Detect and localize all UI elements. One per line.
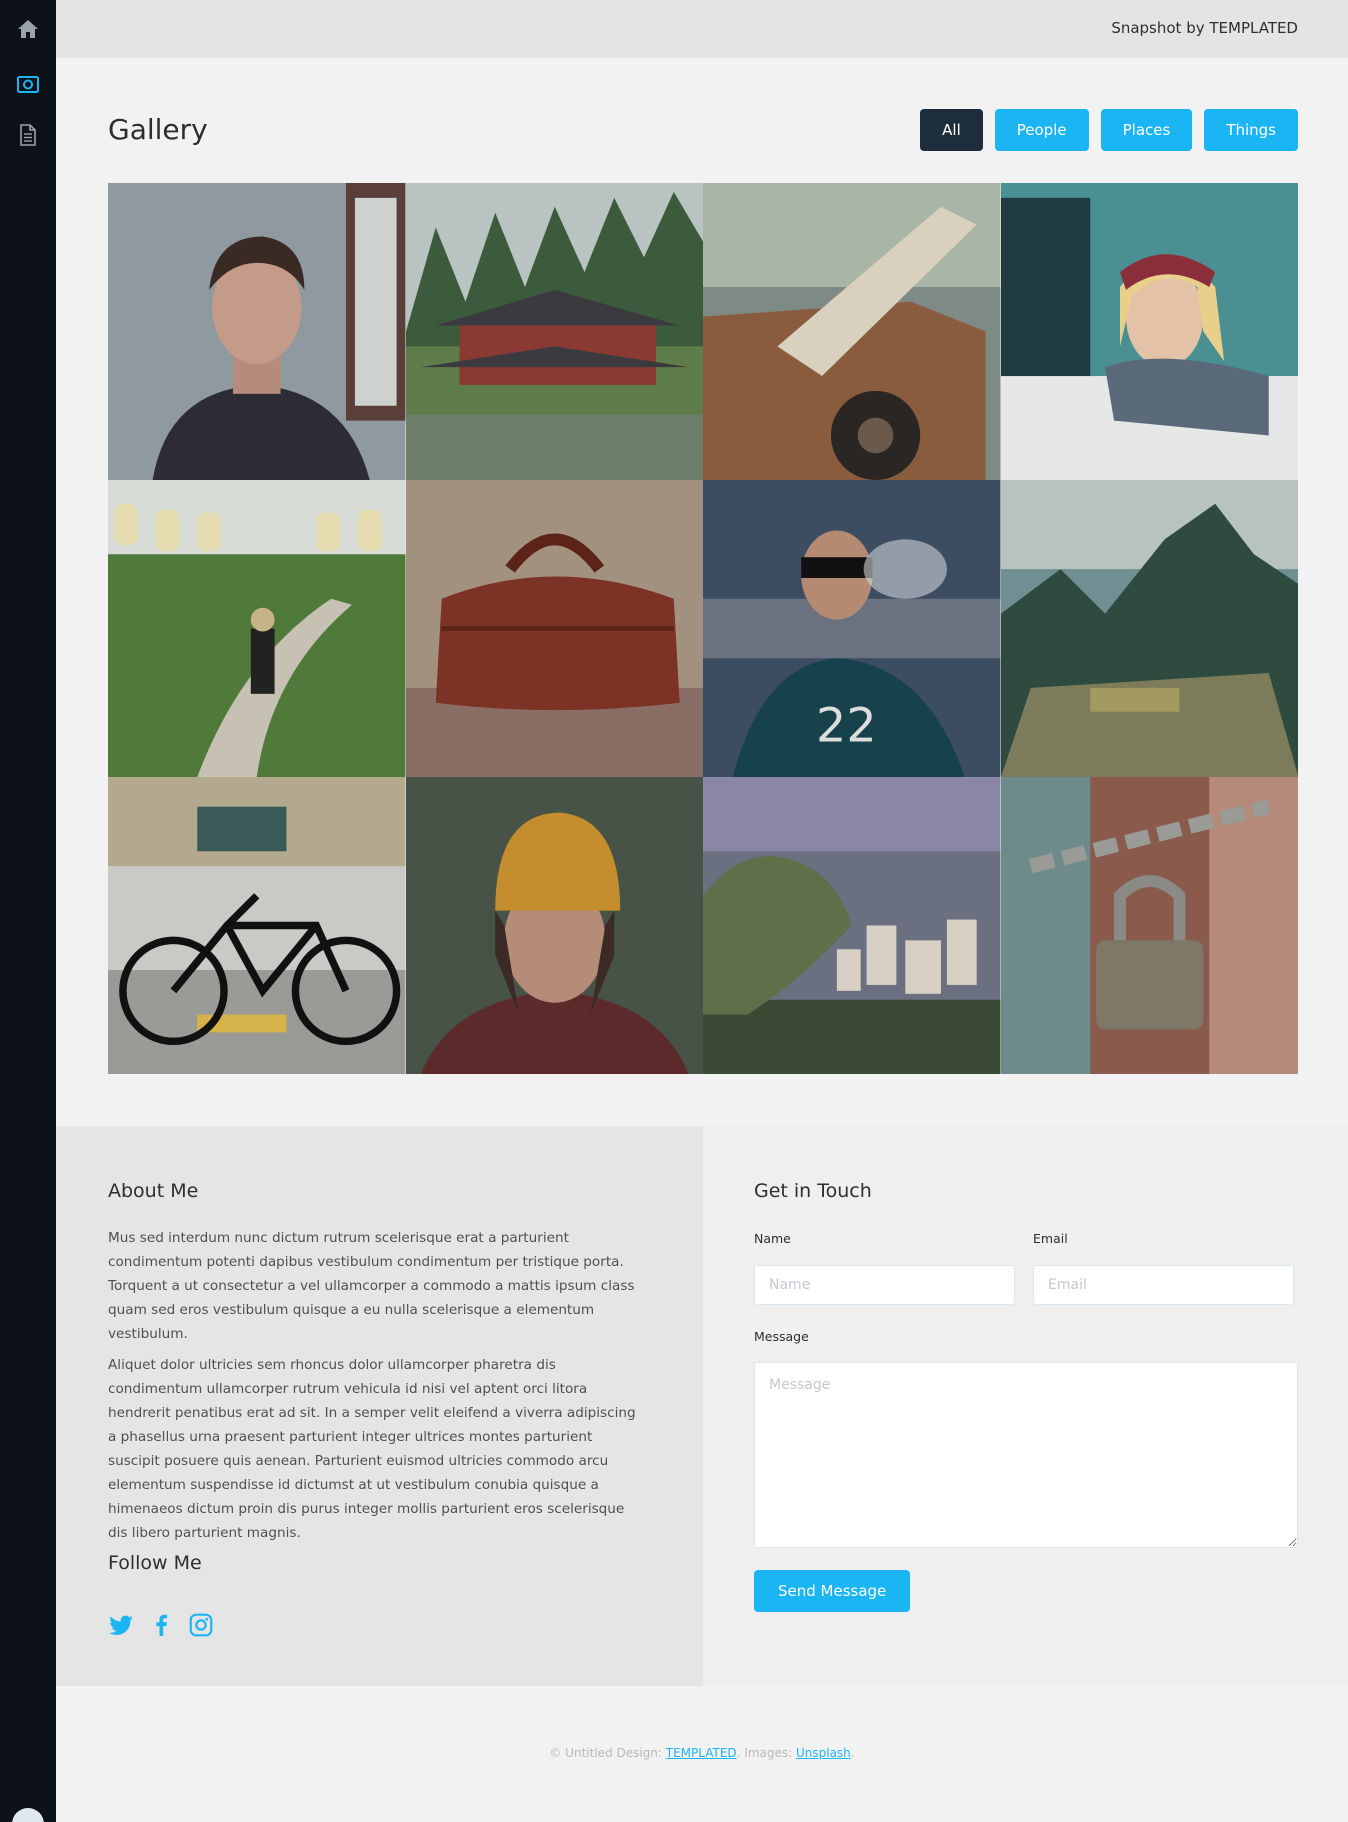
message-textarea[interactable] xyxy=(754,1362,1298,1548)
filter-people-button[interactable]: People xyxy=(994,109,1089,151)
gallery-image-rusty-truck[interactable] xyxy=(703,183,1001,480)
gallery-title: Gallery xyxy=(108,113,208,146)
camera-icon[interactable] xyxy=(16,72,40,96)
top-header: Snapshot by TEMPLATED xyxy=(56,0,1348,58)
twitter-icon[interactable] xyxy=(108,1612,134,1638)
document-icon[interactable] xyxy=(16,123,40,147)
sidebar xyxy=(0,0,56,1822)
gallery-image-portrait-man[interactable] xyxy=(108,183,406,480)
gallery-image-japanese-temple[interactable] xyxy=(405,183,703,480)
follow-title: Follow Me xyxy=(108,1552,202,1574)
templated-link[interactable]: TEMPLATED xyxy=(666,1746,737,1760)
gallery-filters: All People Places Things xyxy=(920,109,1298,151)
unsplash-link[interactable]: Unsplash xyxy=(796,1746,851,1760)
gallery-image-woman-in-car[interactable] xyxy=(1000,183,1298,480)
gallery-image-leather-bag[interactable] xyxy=(405,480,703,777)
filter-places-button[interactable]: Places xyxy=(1100,109,1193,151)
email-field[interactable] xyxy=(1033,1265,1294,1305)
svg-text:22: 22 xyxy=(816,698,877,753)
gallery-grid: 22 xyxy=(108,183,1298,1074)
filter-things-button[interactable]: Things xyxy=(1204,109,1298,151)
home-icon[interactable] xyxy=(16,17,40,41)
brand-text[interactable]: Snapshot by TEMPLATED xyxy=(1111,19,1298,37)
social-links xyxy=(108,1612,214,1638)
about-paragraph-2: Aliquet dolor ultricies sem rhoncus dolo… xyxy=(108,1357,636,1541)
gallery-image-woman-beanie[interactable] xyxy=(405,777,703,1074)
images-text: . Images: xyxy=(736,1746,796,1760)
about-section: About Me Mus sed interdum nunc dictum ru… xyxy=(56,1126,703,1686)
copyright-suffix: . xyxy=(850,1746,855,1760)
name-field[interactable] xyxy=(754,1265,1015,1305)
copyright-prefix: © Untitled Design: xyxy=(549,1746,666,1760)
gallery-image-padlock-chain[interactable] xyxy=(1000,777,1298,1074)
send-message-button[interactable]: Send Message xyxy=(754,1570,911,1612)
email-label: Email xyxy=(1033,1231,1068,1246)
filter-all-button[interactable]: All xyxy=(920,109,983,151)
gallery-image-gargoyle-city[interactable] xyxy=(703,777,1001,1074)
name-label: Name xyxy=(754,1231,791,1246)
about-title: About Me xyxy=(108,1180,199,1202)
scroll-top-icon[interactable] xyxy=(12,1808,44,1822)
gallery-image-mountain-ruins[interactable] xyxy=(1000,480,1298,777)
facebook-icon[interactable] xyxy=(148,1612,174,1638)
gallery-image-smoking-man[interactable]: 22 xyxy=(703,480,1001,777)
message-label: Message xyxy=(754,1329,809,1344)
contact-title: Get in Touch xyxy=(754,1180,872,1202)
copyright: © Untitled Design: TEMPLATED. Images: Un… xyxy=(56,1746,1348,1760)
gallery-image-lantern-path[interactable] xyxy=(108,480,406,777)
contact-section: Get in Touch Name Email Message Send Mes… xyxy=(703,1126,1348,1686)
instagram-icon[interactable] xyxy=(188,1612,214,1638)
about-paragraph-1: Mus sed interdum nunc dictum rutrum scel… xyxy=(108,1230,635,1342)
gallery-image-bicycle-street[interactable] xyxy=(108,777,406,1074)
